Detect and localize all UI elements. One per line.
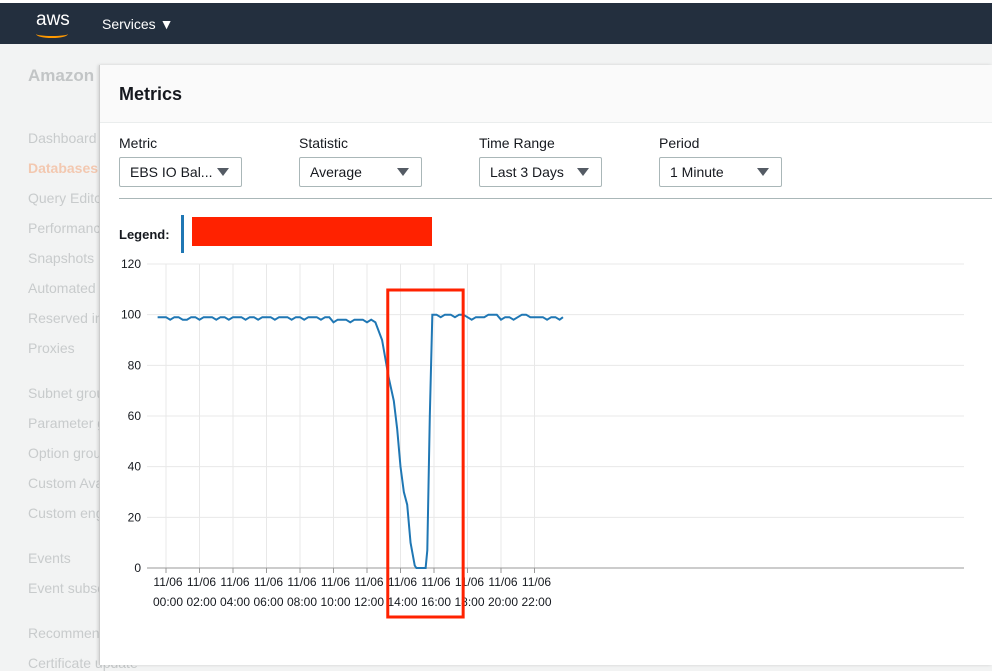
sidebar-item[interactable]: Databases — [28, 160, 98, 176]
x-tick-label: 11/06 — [254, 575, 283, 589]
x-tick-label: 04:00 — [220, 595, 250, 609]
x-tick-label: 22:00 — [521, 595, 551, 609]
x-tick-label: 11/06 — [321, 575, 350, 589]
services-label: Services — [102, 16, 156, 32]
sidebar-item[interactable]: Query Editor — [28, 190, 107, 206]
x-tick-label: 20:00 — [488, 595, 518, 609]
series-line — [157, 313, 564, 569]
x-tick-label: 10:00 — [320, 595, 350, 609]
y-tick-label: 40 — [128, 460, 142, 474]
sidebar-item[interactable]: Snapshots — [28, 250, 94, 266]
sidebar-item[interactable]: Dashboard — [28, 130, 97, 146]
x-tick-label: 11/06 — [488, 575, 517, 589]
y-tick-label: 0 — [134, 561, 141, 575]
x-tick-label: 02:00 — [186, 595, 216, 609]
y-tick-label: 100 — [121, 308, 141, 322]
x-tick-label: 18:00 — [454, 595, 484, 609]
x-tick-label: 11/06 — [220, 575, 249, 589]
y-tick-label: 60 — [128, 409, 142, 423]
x-tick-label: 00:00 — [153, 595, 183, 609]
x-tick-label: 06:00 — [253, 595, 283, 609]
sidebar-item[interactable]: Proxies — [28, 340, 75, 356]
x-tick-label: 12:00 — [354, 595, 384, 609]
x-tick-label: 11/06 — [421, 575, 450, 589]
x-tick-label: 11/06 — [187, 575, 216, 589]
y-tick-label: 120 — [121, 257, 141, 271]
services-menu[interactable]: Services ▼ — [102, 16, 173, 32]
x-tick-label: 08:00 — [287, 595, 317, 609]
sidebar-item[interactable]: Events — [28, 550, 71, 566]
x-tick-label: 11/06 — [455, 575, 484, 589]
x-tick-label: 16:00 — [421, 595, 451, 609]
x-tick-label: 11/06 — [287, 575, 316, 589]
top-nav-bar: aws Services ▼ — [0, 0, 992, 44]
x-tick-label: 11/06 — [153, 575, 182, 589]
x-tick-label: 14:00 — [387, 595, 417, 609]
x-tick-label: 11/06 — [354, 575, 383, 589]
y-tick-label: 80 — [128, 358, 142, 372]
x-tick-label: 11/06 — [388, 575, 417, 589]
x-tick-label: 11/06 — [522, 575, 551, 589]
aws-logo[interactable]: aws — [36, 9, 70, 31]
aws-smile-icon — [36, 30, 68, 38]
metrics-modal: Metrics Metric EBS IO Bal... Statistic Aver… — [99, 65, 992, 665]
metric-chart: 0 20 40 60 80 100 120 11/06 00:00 11/06 02:00 11/06… — [121, 257, 964, 619]
y-tick-label: 20 — [128, 510, 142, 524]
